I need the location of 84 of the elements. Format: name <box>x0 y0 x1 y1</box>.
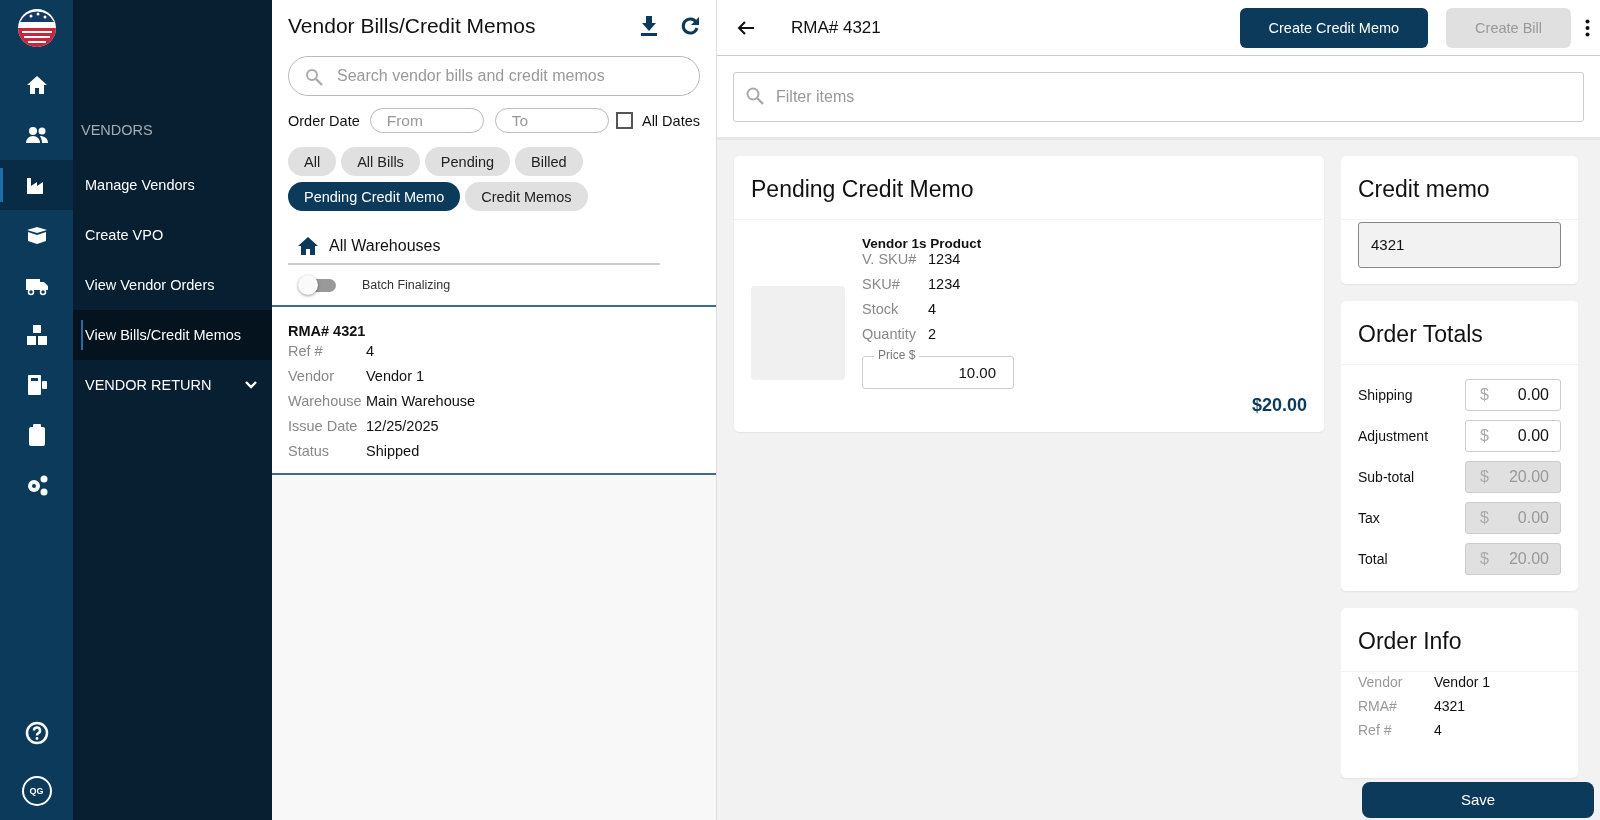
amount-field: $ 20.00 <box>1465 543 1561 575</box>
logo-icon <box>16 8 57 48</box>
amount-field: $ 20.00 <box>1465 461 1561 493</box>
checkbox[interactable] <box>615 112 633 129</box>
field-label: Issue Date <box>288 418 359 434</box>
action-button[interactable]: Create Credit Memo <box>1239 7 1429 48</box>
section-label: VENDORS <box>80 121 154 140</box>
panel-title: Vendor Bills/Credit Memos <box>288 14 537 38</box>
nav-item[interactable]: View Bills/Credit Memos <box>73 310 272 360</box>
field-label: Ref # <box>288 343 324 359</box>
field-label: SKU# <box>862 276 901 292</box>
field-label: Status <box>288 443 331 459</box>
amount-field: $ 0.00 <box>1465 502 1561 534</box>
nav-group[interactable]: VENDOR RETURN <box>73 360 272 410</box>
warehouse-selector[interactable]: All Warehouses <box>329 237 441 255</box>
record-title: RMA# 4321 <box>288 323 366 339</box>
toggle-switch[interactable] <box>298 275 336 295</box>
total-label: Tax <box>1358 510 1381 526</box>
checkbox-label: All Dates <box>641 112 700 129</box>
field-label: Vendor <box>1358 674 1404 690</box>
amount-field[interactable]: $ 0.00 <box>1465 420 1561 452</box>
back-arrow-icon <box>737 19 755 36</box>
back-button[interactable] <box>737 19 755 36</box>
nav-item[interactable]: Create VPO <box>73 210 272 260</box>
total-label: Adjustment <box>1358 428 1430 444</box>
product-name: Vendor 1s Product <box>862 236 982 251</box>
chevron-icon <box>244 380 258 390</box>
help-icon <box>24 721 49 745</box>
field-value: Vendor 1 <box>366 368 426 384</box>
field-value: Shipped <box>366 443 421 459</box>
boxes-icon <box>24 323 49 347</box>
field-label: Vendor <box>288 368 335 384</box>
search-icon <box>305 68 323 86</box>
nav-item[interactable]: View Vendor Orders <box>73 260 272 310</box>
record-card[interactable]: RMA# 4321 Ref # 4 Vendor Vendor 1 Warehouse Main Warehouse Issue Date 12/25/2025 Status Shipped <box>272 305 716 475</box>
field-value: 12/25/2025 <box>366 418 440 434</box>
credit-memo-field[interactable]: 4321 <box>1358 222 1561 268</box>
field-label: V. SKU# <box>862 251 918 267</box>
field-value: 4 <box>1434 722 1443 738</box>
rail-item[interactable] <box>0 160 73 210</box>
filter-chip[interactable]: Pending Credit Memo <box>288 182 461 211</box>
more-button[interactable] <box>1585 18 1590 37</box>
download-icon <box>640 16 658 36</box>
more-vertical-icon <box>1585 18 1590 37</box>
filter-field[interactable]: Filter items <box>733 72 1584 122</box>
line-total: $20.00 <box>1251 395 1307 416</box>
save-button[interactable]: Save <box>1362 782 1594 818</box>
card-title: Order Totals <box>1341 301 1578 365</box>
field-label: Stock <box>862 301 900 317</box>
search-icon <box>746 87 764 105</box>
field-value: 1234 <box>928 251 962 267</box>
refresh-icon <box>680 16 700 36</box>
user-avatar[interactable]: QG <box>21 776 52 806</box>
card-title: Credit memo <box>1341 156 1578 220</box>
download-button[interactable] <box>640 16 658 36</box>
field-label: Order Date <box>288 112 360 129</box>
nav-item[interactable]: Manage Vendors <box>73 160 272 210</box>
field-label: Quantity <box>862 326 917 342</box>
page-title: RMA# 4321 <box>791 17 882 38</box>
field-value: 1234 <box>928 276 962 292</box>
home-icon <box>298 237 318 255</box>
field-label: Price $ <box>874 348 920 363</box>
card-title: Pending Credit Memo <box>734 156 1324 220</box>
total-label: Sub-total <box>1358 469 1416 485</box>
field-value: Vendor 1 <box>1434 674 1492 690</box>
amount-field[interactable]: $ 0.00 <box>1465 379 1561 411</box>
total-label: Shipping <box>1358 387 1414 403</box>
field-value: 4 <box>366 343 376 359</box>
filter-chip[interactable]: All <box>288 147 337 176</box>
filter-chip[interactable]: All Bills <box>341 147 420 176</box>
total-label: Total <box>1358 551 1389 567</box>
card-title: Order Info <box>1341 608 1578 672</box>
refresh-button[interactable] <box>680 16 700 36</box>
filter-chip[interactable]: Credit Memos <box>465 182 588 211</box>
filter-chip[interactable]: Pending <box>424 147 511 176</box>
field-value: Main Warehouse <box>366 393 477 409</box>
toggle-label: Batch Finalizing <box>362 278 451 292</box>
field-label: Ref # <box>1358 722 1393 738</box>
field-label: RMA# <box>1358 698 1398 714</box>
field-value: 4 <box>928 301 938 317</box>
filter-chip[interactable]: Billed <box>515 147 583 176</box>
field-value: 4321 <box>1434 698 1467 714</box>
field-value: 2 <box>928 326 938 342</box>
field-label: Warehouse <box>288 393 363 409</box>
